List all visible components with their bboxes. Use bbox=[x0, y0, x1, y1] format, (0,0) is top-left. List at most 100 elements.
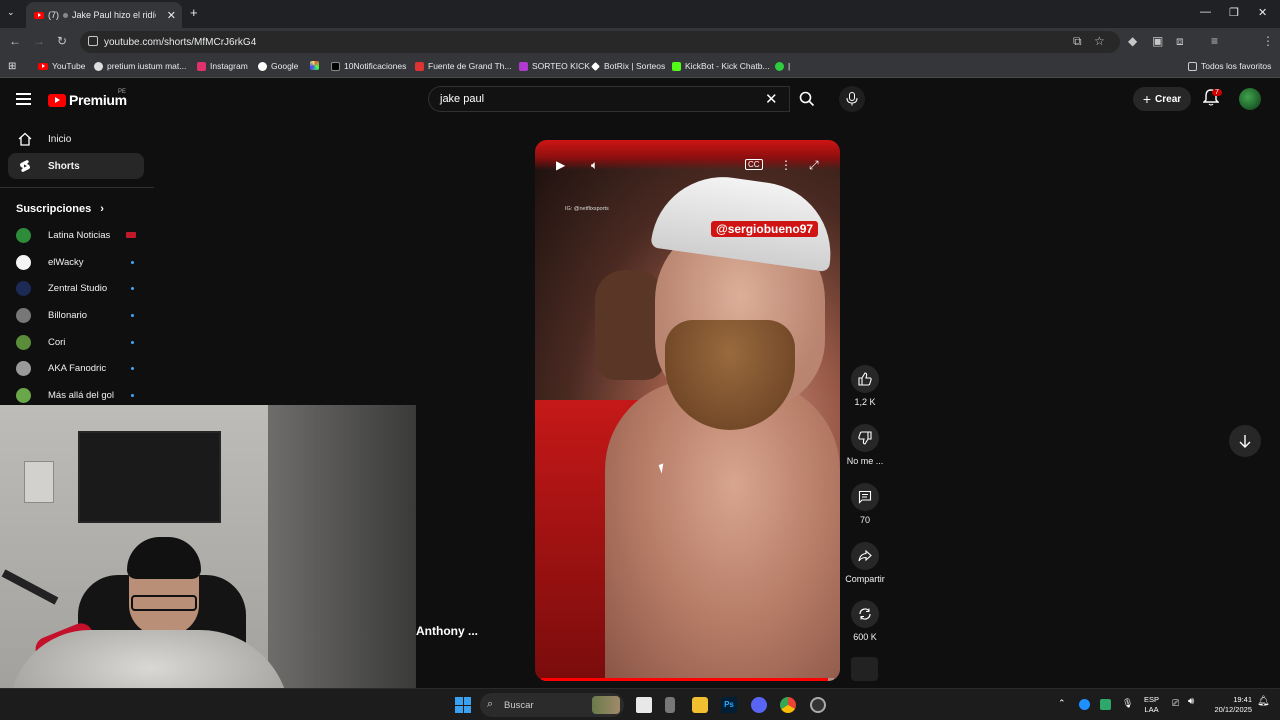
restore-button[interactable]: ❐ bbox=[1229, 6, 1239, 19]
back-arrow-icon[interactable]: ← bbox=[9, 34, 21, 48]
tab-search-chevron-icon[interactable]: ⌄ bbox=[7, 7, 15, 18]
new-tab-button[interactable]: + bbox=[190, 5, 198, 20]
system-clock[interactable]: 19:41 20/12/2025 bbox=[1208, 695, 1252, 715]
channel-avatar bbox=[16, 228, 31, 243]
menu-hamburger-icon[interactable] bbox=[16, 93, 31, 105]
task-view-icon[interactable] bbox=[636, 697, 652, 713]
create-button[interactable]: + Crear bbox=[1133, 87, 1191, 111]
media-control-icon[interactable]: ≡ bbox=[1211, 34, 1218, 48]
site-info-icon[interactable] bbox=[88, 36, 98, 46]
sidebar-item-billonario[interactable]: Billonario bbox=[16, 305, 140, 325]
forward-arrow-icon[interactable]: → bbox=[33, 34, 45, 48]
youtube-premium-logo[interactable]: Premium bbox=[48, 92, 127, 108]
search-input[interactable]: jake paul bbox=[428, 86, 790, 112]
video-progress-bar[interactable] bbox=[541, 678, 834, 681]
extension-icon[interactable]: ▣ bbox=[1152, 34, 1163, 48]
subscriptions-heading[interactable]: Suscripciones › bbox=[16, 203, 104, 215]
browser-menu-icon[interactable]: ⋮ bbox=[1262, 34, 1274, 48]
volume-icon[interactable]: 🔈︎ bbox=[591, 158, 598, 173]
network-icon[interactable]: ⎚ bbox=[1172, 698, 1179, 708]
bookmark-botrix[interactable]: BotRix | Sorteos bbox=[591, 61, 665, 71]
bookmark-star-icon[interactable]: ☆ bbox=[1094, 34, 1105, 48]
sidebar-item-cori[interactable]: Cori bbox=[16, 332, 140, 352]
apps-grid-icon[interactable]: ⊞ bbox=[8, 61, 16, 72]
remix-icon bbox=[859, 608, 871, 620]
obs-icon[interactable] bbox=[810, 697, 826, 713]
extension-icon[interactable]: ◆ bbox=[1128, 34, 1137, 48]
search-highlight-icon bbox=[592, 696, 620, 714]
tab-close-icon[interactable]: ✕ bbox=[167, 9, 176, 22]
font-icon bbox=[415, 61, 424, 71]
sidebar-item-mas-alla-del-gol[interactable]: Más allá del gol bbox=[16, 385, 140, 405]
bookmark-kickbot[interactable]: KickBot - Kick Chatb... bbox=[672, 61, 770, 71]
photoshop-icon[interactable]: Ps bbox=[721, 697, 737, 713]
like-button[interactable]: 1,2 K bbox=[844, 365, 886, 407]
input-language[interactable]: ESP LAA bbox=[1144, 695, 1159, 715]
bookmark-youtube[interactable]: YouTube bbox=[38, 61, 85, 71]
windows-start-icon[interactable] bbox=[455, 697, 471, 713]
bookmark-10notificaciones[interactable]: 10Notificaciones bbox=[331, 61, 406, 71]
file-explorer-icon[interactable] bbox=[692, 697, 708, 713]
sidebar-item-elwacky[interactable]: elWacky bbox=[16, 252, 140, 272]
sidebar-item-zentral-studio[interactable]: Zentral Studio bbox=[16, 278, 140, 298]
sidebar-item-latina-noticias[interactable]: Latina Noticias bbox=[16, 225, 140, 245]
bookmark-pretium[interactable]: pretium iustum mat... bbox=[94, 61, 186, 71]
channel-avatar bbox=[16, 308, 31, 323]
close-window-button[interactable]: ✕ bbox=[1258, 6, 1267, 19]
next-short-button[interactable] bbox=[1229, 425, 1261, 457]
thumbs-down-icon bbox=[858, 431, 872, 445]
bookmark-sorteo-kick[interactable]: SORTEO KICK bbox=[519, 61, 590, 71]
kickbot-icon bbox=[672, 61, 681, 71]
reload-icon[interactable]: ↻ bbox=[57, 34, 67, 48]
bookmark-google[interactable]: Google bbox=[258, 61, 298, 71]
app-icon[interactable] bbox=[665, 697, 675, 713]
tray-cloud-icon[interactable] bbox=[1079, 699, 1090, 710]
dislike-button[interactable]: No me ... bbox=[844, 424, 886, 466]
video-ring-ropes bbox=[535, 140, 840, 170]
more-options-icon[interactable]: ⋮ bbox=[780, 158, 792, 172]
play-icon[interactable]: ▶ bbox=[556, 158, 565, 172]
sound-thumbnail[interactable] bbox=[851, 657, 878, 681]
notification-count-badge: 7 bbox=[1212, 89, 1222, 96]
voice-search-button[interactable] bbox=[839, 86, 865, 112]
new-content-dot bbox=[131, 261, 134, 264]
tray-app-icon[interactable] bbox=[1100, 699, 1111, 710]
home-icon bbox=[18, 132, 32, 146]
shorts-video-player[interactable]: @sergiobueno97 IG: @netflixsports ▶ 🔈︎ C… bbox=[535, 140, 840, 681]
captions-icon[interactable]: CC bbox=[745, 159, 763, 170]
search-icon: ⌕ bbox=[487, 698, 494, 710]
comments-button[interactable]: 70 bbox=[844, 483, 886, 525]
bookmark-instagram[interactable]: Instagram bbox=[197, 61, 248, 71]
video-watermark: IG: @netflixsports bbox=[565, 206, 609, 212]
minimize-button[interactable]: — bbox=[1200, 6, 1211, 18]
x-icon bbox=[331, 61, 340, 71]
all-bookmarks-folder[interactable]: Todos los favoritos bbox=[1188, 61, 1271, 71]
sidebar-item-aka-fanodric[interactable]: AKA Fanodric bbox=[16, 358, 140, 378]
bookmark-misc[interactable]: | bbox=[775, 61, 790, 71]
clear-search-icon[interactable]: ✕ bbox=[765, 90, 778, 108]
tray-microphone-icon[interactable]: 🎙︎ bbox=[1122, 698, 1133, 708]
new-content-dot bbox=[131, 394, 134, 397]
fullscreen-icon[interactable]: ⤢ bbox=[809, 158, 819, 173]
volume-icon[interactable]: 🔊︎ bbox=[1188, 697, 1194, 707]
sidebar-item-shorts[interactable]: Shorts bbox=[8, 153, 144, 179]
bookmark-pinwheel[interactable] bbox=[310, 61, 319, 70]
taskbar-search[interactable]: ⌕ Buscar bbox=[480, 693, 624, 717]
install-app-icon[interactable]: ⧉ bbox=[1073, 34, 1082, 49]
tray-chevron-up-icon[interactable]: ⌃ bbox=[1058, 698, 1066, 708]
address-bar[interactable]: youtube.com/shorts/MfMCrJ6rkG4 bbox=[80, 31, 1120, 53]
bookmark-fuente[interactable]: Fuente de Grand Th... bbox=[415, 61, 511, 71]
extensions-puzzle-icon[interactable]: ⧈ bbox=[1176, 34, 1184, 49]
search-button[interactable] bbox=[788, 86, 826, 112]
browser-tab[interactable]: (7) Jake Paul hizo el ridíc ✕ bbox=[26, 2, 182, 28]
notification-center-icon[interactable]: 🔔︎ bbox=[1257, 697, 1270, 707]
account-avatar[interactable] bbox=[1239, 88, 1261, 110]
arrow-down-icon bbox=[1239, 435, 1251, 448]
remix-button[interactable]: 600 K bbox=[844, 600, 886, 642]
discord-icon[interactable] bbox=[751, 697, 767, 713]
channel-name[interactable]: Anthony ... bbox=[416, 624, 478, 638]
share-button[interactable]: Compartir bbox=[844, 542, 886, 584]
chrome-icon[interactable] bbox=[780, 697, 796, 713]
webcam-tv bbox=[78, 431, 221, 523]
sidebar-item-inicio[interactable]: Inicio bbox=[8, 126, 144, 152]
